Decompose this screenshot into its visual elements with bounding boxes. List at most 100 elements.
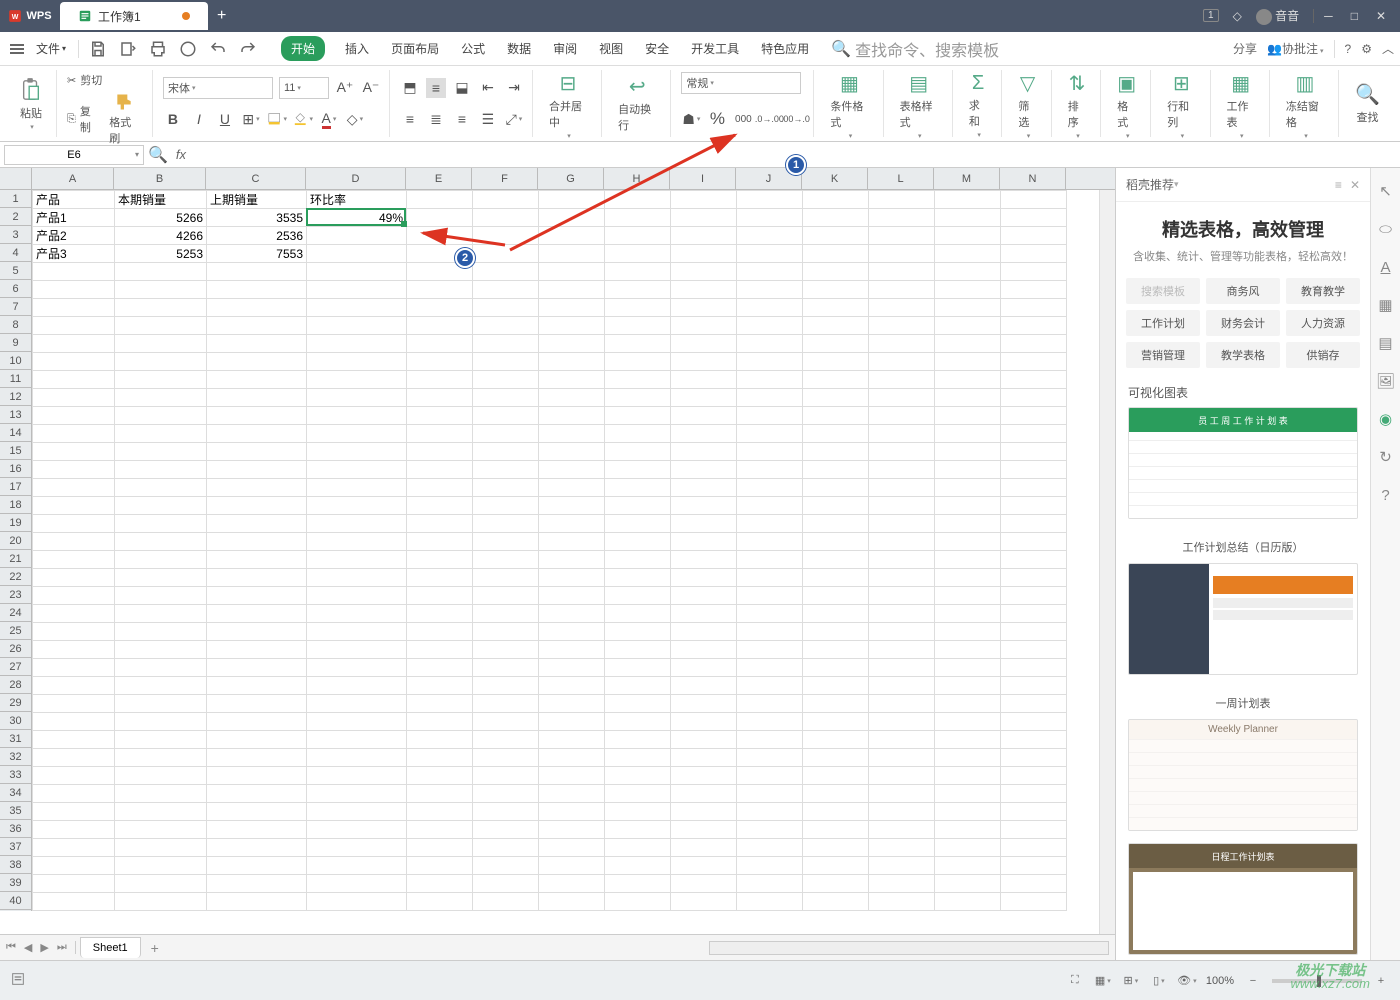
annotate-button[interactable]: 👥协批注 — [1267, 40, 1323, 57]
row-header[interactable]: 32 — [0, 748, 31, 766]
cat-hr[interactable]: 人力资源 — [1286, 310, 1360, 336]
percent-icon[interactable]: % — [707, 109, 727, 129]
sheet-tab[interactable]: Sheet1 — [80, 937, 141, 958]
col-header[interactable]: I — [670, 168, 736, 189]
row-header[interactable]: 9 — [0, 334, 31, 352]
app-logo[interactable]: W WPS — [0, 9, 60, 23]
vertical-scrollbar[interactable] — [1099, 190, 1115, 934]
row-header[interactable]: 26 — [0, 640, 31, 658]
comma-icon[interactable]: 000 — [733, 109, 753, 129]
col-header[interactable]: K — [802, 168, 868, 189]
underline-button[interactable]: U — [215, 109, 235, 129]
eye-icon[interactable]: 👁 — [1178, 972, 1196, 990]
paste-button[interactable]: 粘贴 — [14, 72, 48, 135]
bold-button[interactable]: B — [163, 109, 183, 129]
filter-button[interactable]: ▽筛选 — [1012, 72, 1042, 138]
document-tab[interactable]: 工作簿1 — [60, 2, 208, 30]
search-commands[interactable]: 🔍 查找命令、搜索模板 — [831, 37, 999, 61]
fx-icon[interactable]: fx — [168, 147, 194, 162]
help-button[interactable]: ? — [1345, 42, 1352, 56]
table-style-button[interactable]: ▤表格样式 — [894, 72, 944, 138]
wrap-text-button[interactable]: ↩自动换行 — [612, 72, 662, 135]
worksheet-button[interactable]: ▦工作表 — [1221, 72, 1261, 138]
template-card[interactable] — [1128, 563, 1358, 675]
tab-review[interactable]: 审阅 — [551, 36, 579, 61]
reading-mode-icon[interactable]: ▯ — [1150, 972, 1168, 990]
cut-button[interactable]: ✂ 剪切 — [67, 72, 144, 88]
row-header[interactable]: 33 — [0, 766, 31, 784]
template-tool-icon[interactable]: ◉ — [1377, 410, 1395, 428]
row-header[interactable]: 6 — [0, 280, 31, 298]
settings-gear-icon[interactable]: ⚙ — [1361, 42, 1372, 56]
row-header[interactable]: 14 — [0, 424, 31, 442]
freeze-button[interactable]: ▥冻结窗格 — [1280, 72, 1330, 138]
select-all-corner[interactable] — [0, 168, 32, 189]
cat-business[interactable]: 商务风 — [1206, 278, 1280, 304]
border-button[interactable]: ⊞ — [241, 109, 261, 129]
clear-format-icon[interactable]: ◇ — [345, 109, 365, 129]
minimize-button[interactable]: ─ — [1324, 9, 1333, 23]
cells[interactable]: 产品本期销量上期销量环比率产品15266353549%产品242662536产品… — [32, 190, 1067, 911]
sheet-nav-prev[interactable]: ◀ — [24, 941, 32, 954]
merge-center-button[interactable]: ⊟合并居中 — [543, 72, 593, 138]
row-header[interactable]: 8 — [0, 316, 31, 334]
align-top-icon[interactable]: ⬒ — [400, 78, 420, 98]
number-format-combo[interactable]: 常规 — [681, 72, 801, 94]
row-header[interactable]: 25 — [0, 622, 31, 640]
row-header[interactable]: 22 — [0, 568, 31, 586]
col-header[interactable]: F — [472, 168, 538, 189]
cat-supply[interactable]: 供销存 — [1286, 342, 1360, 368]
row-header[interactable]: 34 — [0, 784, 31, 802]
grid[interactable]: ABCDEFGHIJKLMN 1234567891011121314151617… — [0, 168, 1115, 934]
italic-button[interactable]: I — [189, 109, 209, 129]
row-header[interactable]: 7 — [0, 298, 31, 316]
tab-data[interactable]: 数据 — [505, 36, 533, 61]
row-header[interactable]: 24 — [0, 604, 31, 622]
zoom-level[interactable]: 100% — [1206, 975, 1234, 987]
align-middle-icon[interactable]: ≡ — [426, 78, 446, 98]
select-tool-icon[interactable]: ↖ — [1377, 182, 1395, 200]
row-header[interactable]: 18 — [0, 496, 31, 514]
font-color-button[interactable]: A — [319, 109, 339, 129]
row-header[interactable]: 29 — [0, 694, 31, 712]
font-size-combo[interactable]: 11 — [279, 77, 329, 99]
panel-menu-icon[interactable]: ≡ — [1335, 178, 1342, 192]
link-tool-icon[interactable]: ⬭ — [1377, 220, 1395, 238]
col-header[interactable]: B — [114, 168, 206, 189]
print-preview-icon[interactable] — [119, 40, 137, 58]
row-header[interactable]: 40 — [0, 892, 31, 910]
maximize-button[interactable]: □ — [1351, 9, 1358, 23]
cat-education[interactable]: 教育教学 — [1286, 278, 1360, 304]
copy-button[interactable]: ⎘ 复制 — [67, 103, 97, 135]
file-menu[interactable]: 文件 — [30, 36, 72, 61]
table-tool-icon[interactable]: ▦ — [1377, 296, 1395, 314]
indent-increase-icon[interactable]: ⇥ — [504, 78, 524, 98]
undo-icon[interactable] — [209, 40, 227, 58]
tab-layout[interactable]: 页面布局 — [389, 36, 441, 61]
col-header[interactable]: L — [868, 168, 934, 189]
column-headers[interactable]: ABCDEFGHIJKLMN — [0, 168, 1115, 190]
menu-icon[interactable] — [6, 40, 28, 58]
row-header[interactable]: 31 — [0, 730, 31, 748]
share-button[interactable]: 分享 — [1233, 40, 1257, 57]
align-left-icon[interactable]: ≡ — [400, 109, 420, 129]
help-tool-icon[interactable]: ? — [1377, 486, 1395, 504]
sheet-nav-first[interactable]: ⏮ — [6, 941, 16, 954]
col-header[interactable]: A — [32, 168, 114, 189]
export-icon[interactable] — [179, 40, 197, 58]
row-header[interactable]: 11 — [0, 370, 31, 388]
row-header[interactable]: 19 — [0, 514, 31, 532]
notification-badge[interactable]: 1 — [1203, 9, 1219, 22]
cat-marketing[interactable]: 营销管理 — [1126, 342, 1200, 368]
sheet-nav-next[interactable]: ▶ — [40, 941, 48, 954]
row-headers[interactable]: 1234567891011121314151617181920212223242… — [0, 190, 32, 911]
rows-cols-button[interactable]: ⊞行和列 — [1161, 72, 1201, 138]
collapse-ribbon-icon[interactable]: ︿ — [1382, 40, 1394, 57]
currency-icon[interactable]: ☗ — [681, 109, 701, 129]
row-header[interactable]: 36 — [0, 820, 31, 838]
user-menu[interactable]: 音音 — [1256, 7, 1299, 25]
status-doc-icon[interactable] — [10, 971, 26, 990]
fill-color-button[interactable] — [293, 109, 313, 129]
template-card[interactable]: 员 工 周 工 作 计 划 表 — [1128, 407, 1358, 519]
row-header[interactable]: 20 — [0, 532, 31, 550]
